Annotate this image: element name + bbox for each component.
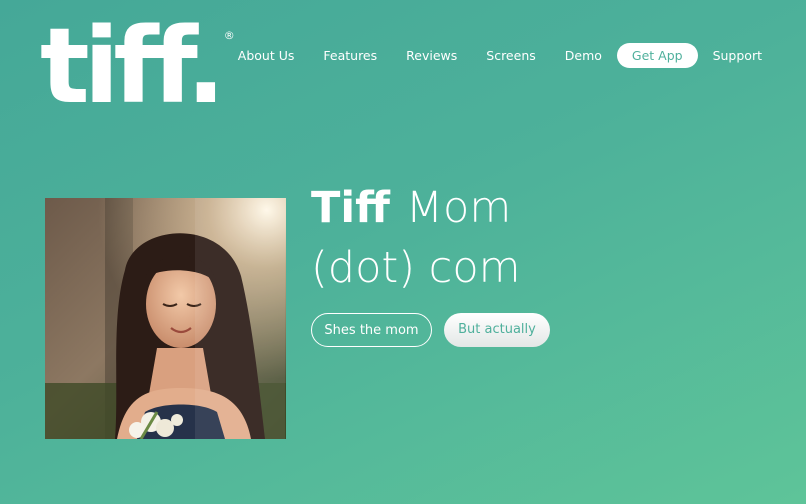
registered-mark: ®	[223, 29, 235, 42]
nav-demo[interactable]: Demo	[565, 48, 602, 63]
hero-headline: Tiff Mom (dot) com	[311, 178, 521, 298]
logo-wordmark: tiff.	[40, 5, 226, 127]
main-nav: About Us Features Reviews Screens Demo G…	[209, 42, 762, 68]
nav-reviews[interactable]: Reviews	[406, 48, 457, 63]
shes-the-mom-button[interactable]: Shes the mom	[311, 313, 432, 347]
headline-line-1: Tiff Mom	[311, 178, 521, 238]
headline-line-2: (dot) com	[311, 243, 521, 293]
headline-name: Tiff	[311, 183, 390, 233]
nav-get-app-button[interactable]: Get App	[616, 42, 698, 68]
nav-support[interactable]: Support	[713, 48, 762, 63]
nav-about-us[interactable]: About Us	[238, 48, 295, 63]
nav-features[interactable]: Features	[323, 48, 377, 63]
but-actually-button[interactable]: But actually	[444, 313, 550, 347]
hero-photo	[45, 198, 286, 439]
logo[interactable]: tiff. ®	[40, 5, 235, 127]
nav-screens[interactable]: Screens	[486, 48, 536, 63]
headline-mom: Mom	[405, 183, 512, 233]
